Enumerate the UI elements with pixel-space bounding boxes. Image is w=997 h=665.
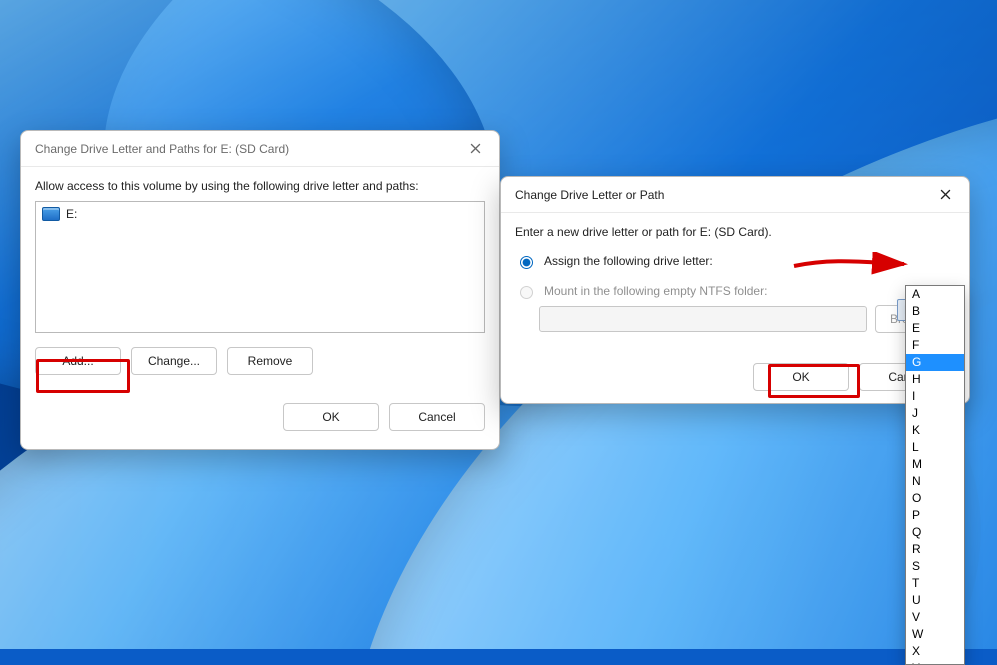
dropdown-option[interactable]: X <box>906 643 964 660</box>
dropdown-option[interactable]: V <box>906 609 964 626</box>
dropdown-option[interactable]: O <box>906 490 964 507</box>
radio-mount-folder-label: Mount in the following empty NTFS folder… <box>544 284 767 298</box>
cancel-button[interactable]: Cancel <box>389 403 485 431</box>
list-item[interactable]: E: <box>36 204 484 224</box>
instruction-text: Allow access to this volume by using the… <box>35 179 485 193</box>
dropdown-option[interactable]: U <box>906 592 964 609</box>
close-icon <box>470 143 481 154</box>
radio-mount-folder-row[interactable]: Mount in the following empty NTFS folder… <box>515 283 955 299</box>
radio-assign-letter[interactable] <box>520 256 533 269</box>
dropdown-option[interactable]: W <box>906 626 964 643</box>
dropdown-option[interactable]: S <box>906 558 964 575</box>
close-button[interactable] <box>931 181 959 209</box>
dropdown-option[interactable]: F <box>906 337 964 354</box>
dropdown-option[interactable]: Q <box>906 524 964 541</box>
dialog-title: Change Drive Letter or Path <box>515 188 664 202</box>
ok-button[interactable]: OK <box>283 403 379 431</box>
titlebar: Change Drive Letter or Path <box>501 177 969 213</box>
close-button[interactable] <box>461 135 489 163</box>
dropdown-option[interactable]: T <box>906 575 964 592</box>
dropdown-option[interactable]: H <box>906 371 964 388</box>
drive-icon <box>42 207 60 221</box>
dropdown-option[interactable]: A <box>906 286 964 303</box>
change-button[interactable]: Change... <box>131 347 217 375</box>
close-icon <box>940 189 951 200</box>
drive-letter-dropdown[interactable]: ABEFGHIJKLMNOPQRSTUVWXY <box>905 285 965 665</box>
paths-listbox[interactable]: E: <box>35 201 485 333</box>
dropdown-option[interactable]: K <box>906 422 964 439</box>
dropdown-option[interactable]: J <box>906 405 964 422</box>
radio-mount-folder[interactable] <box>520 286 533 299</box>
dialog-change-drive-letter-paths: Change Drive Letter and Paths for E: (SD… <box>20 130 500 450</box>
dropdown-option[interactable]: Y <box>906 660 964 665</box>
dropdown-option[interactable]: G <box>906 354 964 371</box>
radio-assign-letter-label: Assign the following drive letter: <box>544 254 713 268</box>
dropdown-option[interactable]: R <box>906 541 964 558</box>
list-item-label: E: <box>66 207 77 221</box>
dropdown-option[interactable]: M <box>906 456 964 473</box>
mount-path-input <box>539 306 867 332</box>
remove-button[interactable]: Remove <box>227 347 313 375</box>
dropdown-option[interactable]: P <box>906 507 964 524</box>
titlebar: Change Drive Letter and Paths for E: (SD… <box>21 131 499 167</box>
add-button[interactable]: Add... <box>35 347 121 375</box>
ok-button[interactable]: OK <box>753 363 849 391</box>
dropdown-option[interactable]: B <box>906 303 964 320</box>
instruction-text: Enter a new drive letter or path for E: … <box>515 225 955 239</box>
dropdown-option[interactable]: I <box>906 388 964 405</box>
dialog-change-drive-letter-or-path: Change Drive Letter or Path Enter a new … <box>500 176 970 404</box>
dropdown-option[interactable]: E <box>906 320 964 337</box>
dialog-title: Change Drive Letter and Paths for E: (SD… <box>35 142 289 156</box>
dropdown-option[interactable]: L <box>906 439 964 456</box>
radio-assign-letter-row[interactable]: Assign the following drive letter: <box>515 253 955 269</box>
dropdown-option[interactable]: N <box>906 473 964 490</box>
